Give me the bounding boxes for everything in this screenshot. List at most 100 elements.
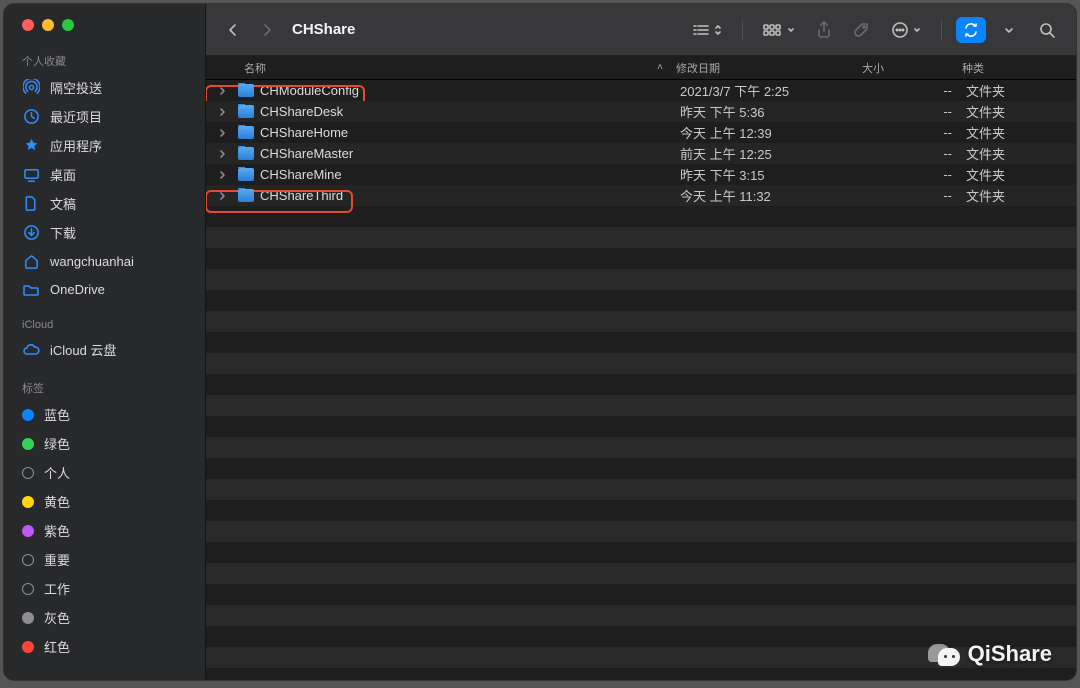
sidebar-tag[interactable]: 绿色: [4, 429, 205, 458]
sidebar-item[interactable]: 隔空投送: [4, 73, 205, 102]
sidebar-item[interactable]: 下载: [4, 218, 205, 247]
doc-icon: [22, 195, 40, 213]
file-kind: 文件夹: [966, 102, 1076, 121]
close-button[interactable]: [22, 19, 34, 31]
tag-dot-icon: [22, 525, 34, 537]
sidebar-tag-label: 紫色: [44, 521, 70, 540]
empty-row: [206, 227, 1076, 248]
file-list[interactable]: CHModuleConfig 2021/3/7 下午 2:25 -- 文件夹 C…: [206, 80, 1076, 680]
folder-icon: [238, 168, 254, 181]
disclose-toggle[interactable]: [206, 128, 238, 138]
empty-row: [206, 206, 1076, 227]
empty-row: [206, 353, 1076, 374]
forward-button[interactable]: [254, 17, 280, 43]
file-kind: 文件夹: [966, 123, 1076, 142]
sidebar-item-label: 文稿: [50, 194, 76, 213]
finder-window: 个人收藏 隔空投送 最近项目 应用程序 桌面 文稿 下载 wangchuanha…: [4, 4, 1076, 680]
sidebar-tag[interactable]: 重要: [4, 545, 205, 574]
sidebar-tag-label: 灰色: [44, 608, 70, 627]
dropdown-button[interactable]: [994, 17, 1024, 43]
table-row[interactable]: CHShareMine 昨天 下午 3:15 -- 文件夹: [206, 164, 1076, 185]
table-row[interactable]: CHModuleConfig 2021/3/7 下午 2:25 -- 文件夹: [206, 80, 1076, 101]
more-button[interactable]: [885, 17, 927, 43]
file-date: 今天 上午 11:32: [680, 186, 866, 205]
disclose-toggle[interactable]: [206, 149, 238, 159]
sidebar-item-label: 最近项目: [50, 107, 102, 126]
disclose-toggle[interactable]: [206, 191, 238, 201]
disclose-toggle[interactable]: [206, 107, 238, 117]
sidebar-item-label: 应用程序: [50, 136, 102, 155]
sidebar-tag[interactable]: 紫色: [4, 516, 205, 545]
tag-dot-icon: [22, 409, 34, 421]
toolbar: CHShare: [206, 4, 1076, 56]
sidebar-item[interactable]: 最近项目: [4, 102, 205, 131]
sidebar-tag[interactable]: 个人: [4, 458, 205, 487]
empty-row: [206, 584, 1076, 605]
file-name-cell: CHShareMaster: [238, 146, 660, 161]
table-row[interactable]: CHShareThird 今天 上午 11:32 -- 文件夹: [206, 185, 1076, 206]
disclose-toggle[interactable]: [206, 86, 238, 96]
traffic-lights: [4, 19, 205, 47]
sidebar-item[interactable]: iCloud 云盘: [4, 335, 205, 364]
file-date: 昨天 下午 3:15: [680, 165, 866, 184]
empty-row: [206, 374, 1076, 395]
sidebar-item[interactable]: wangchuanhai: [4, 247, 205, 275]
sidebar-item[interactable]: 桌面: [4, 160, 205, 189]
toolbar-separator: [941, 20, 942, 40]
minimize-button[interactable]: [42, 19, 54, 31]
file-name: CHModuleConfig: [260, 83, 359, 98]
sidebar-item[interactable]: 文稿: [4, 189, 205, 218]
file-name: CHShareMaster: [260, 146, 353, 161]
folder-icon: [238, 105, 254, 118]
empty-row: [206, 269, 1076, 290]
column-name[interactable]: 名称: [238, 60, 650, 76]
window-title: CHShare: [292, 21, 355, 38]
tag-dot-icon: [22, 496, 34, 508]
sidebar-tag[interactable]: 红色: [4, 632, 205, 661]
sidebar-tag[interactable]: 灰色: [4, 603, 205, 632]
group-by-button[interactable]: [757, 17, 801, 43]
tag-dot-icon: [22, 612, 34, 624]
sidebar-tag[interactable]: 蓝色: [4, 400, 205, 429]
sidebar-tag-label: 黄色: [44, 492, 70, 511]
file-name-cell: CHShareThird: [238, 188, 660, 203]
sidebar-item-label: wangchuanhai: [50, 254, 134, 269]
empty-row: [206, 290, 1076, 311]
main-pane: CHShare: [206, 4, 1076, 680]
home-icon: [22, 252, 40, 270]
empty-row: [206, 500, 1076, 521]
file-name: CHShareHome: [260, 125, 348, 140]
sync-button[interactable]: [956, 17, 986, 43]
view-list-button[interactable]: [686, 17, 728, 43]
sidebar-item-label: OneDrive: [50, 282, 105, 297]
tag-button[interactable]: [847, 17, 877, 43]
list-header: 名称 ˄ 修改日期 大小 种类: [206, 56, 1076, 80]
share-button[interactable]: [809, 17, 839, 43]
sidebar-section-favorites: 个人收藏: [4, 47, 205, 73]
sidebar-section-tags: 标签: [4, 374, 205, 400]
sidebar-item[interactable]: OneDrive: [4, 275, 205, 303]
column-kind[interactable]: 种类: [956, 60, 1066, 76]
empty-row: [206, 605, 1076, 626]
sidebar-tag[interactable]: 工作: [4, 574, 205, 603]
back-button[interactable]: [220, 17, 246, 43]
sidebar-item[interactable]: 应用程序: [4, 131, 205, 160]
column-size[interactable]: 大小: [856, 60, 956, 76]
table-row[interactable]: CHShareDesk 昨天 下午 5:36 -- 文件夹: [206, 101, 1076, 122]
sidebar-item-label: 隔空投送: [50, 78, 102, 97]
search-button[interactable]: [1032, 17, 1062, 43]
maximize-button[interactable]: [62, 19, 74, 31]
tag-dot-icon: [22, 554, 34, 566]
sidebar-tag[interactable]: 黄色: [4, 487, 205, 516]
column-date[interactable]: 修改日期: [670, 60, 856, 76]
table-row[interactable]: CHShareMaster 前天 上午 12:25 -- 文件夹: [206, 143, 1076, 164]
file-name-cell: CHShareMine: [238, 167, 660, 182]
tag-dot-icon: [22, 467, 34, 479]
table-row[interactable]: CHShareHome 今天 上午 12:39 -- 文件夹: [206, 122, 1076, 143]
file-kind: 文件夹: [966, 165, 1076, 184]
disclose-toggle[interactable]: [206, 170, 238, 180]
file-size: --: [866, 146, 966, 161]
file-kind: 文件夹: [966, 144, 1076, 163]
empty-row: [206, 248, 1076, 269]
desktop-icon: [22, 166, 40, 184]
